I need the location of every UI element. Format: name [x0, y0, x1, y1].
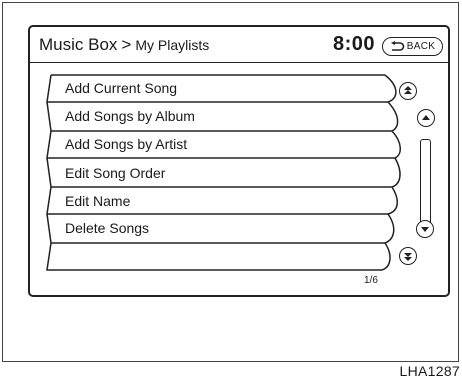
display-screen: Music Box > My Playlists 8:00 BACK Add C…: [28, 25, 450, 297]
menu-item-label: Edit Song Order: [65, 165, 166, 181]
menu-item-add-current-song[interactable]: Add Current Song: [53, 75, 373, 101]
menu-item-delete-songs[interactable]: Delete Songs: [53, 215, 373, 241]
menu-item-add-songs-by-artist[interactable]: Add Songs by Artist: [53, 131, 373, 157]
menu-item-label: Edit Name: [65, 193, 131, 209]
menu-item-edit-song-order[interactable]: Edit Song Order: [53, 160, 373, 186]
menu-item-add-songs-by-album[interactable]: Add Songs by Album: [53, 103, 373, 129]
menu-item-label: Add Current Song: [65, 80, 178, 96]
page-up-icon: [404, 86, 412, 94]
page-down-icon: [404, 253, 412, 261]
page-down-button[interactable]: [399, 247, 417, 265]
menu-item-label: Add Songs by Album: [65, 108, 195, 124]
scroll-up-icon: [422, 115, 430, 120]
figure-code: LHA1287: [399, 363, 460, 379]
page-up-button[interactable]: [399, 82, 417, 100]
scroll-down-button[interactable]: [416, 220, 434, 238]
scroll-up-button[interactable]: [417, 109, 435, 127]
menu-item-label: Delete Songs: [65, 220, 150, 236]
menu-item-edit-name[interactable]: Edit Name: [53, 188, 373, 214]
menu-item-label: Add Songs by Artist: [65, 136, 188, 152]
page-indicator: 1/6: [364, 275, 378, 286]
scroll-down-icon: [421, 227, 429, 232]
